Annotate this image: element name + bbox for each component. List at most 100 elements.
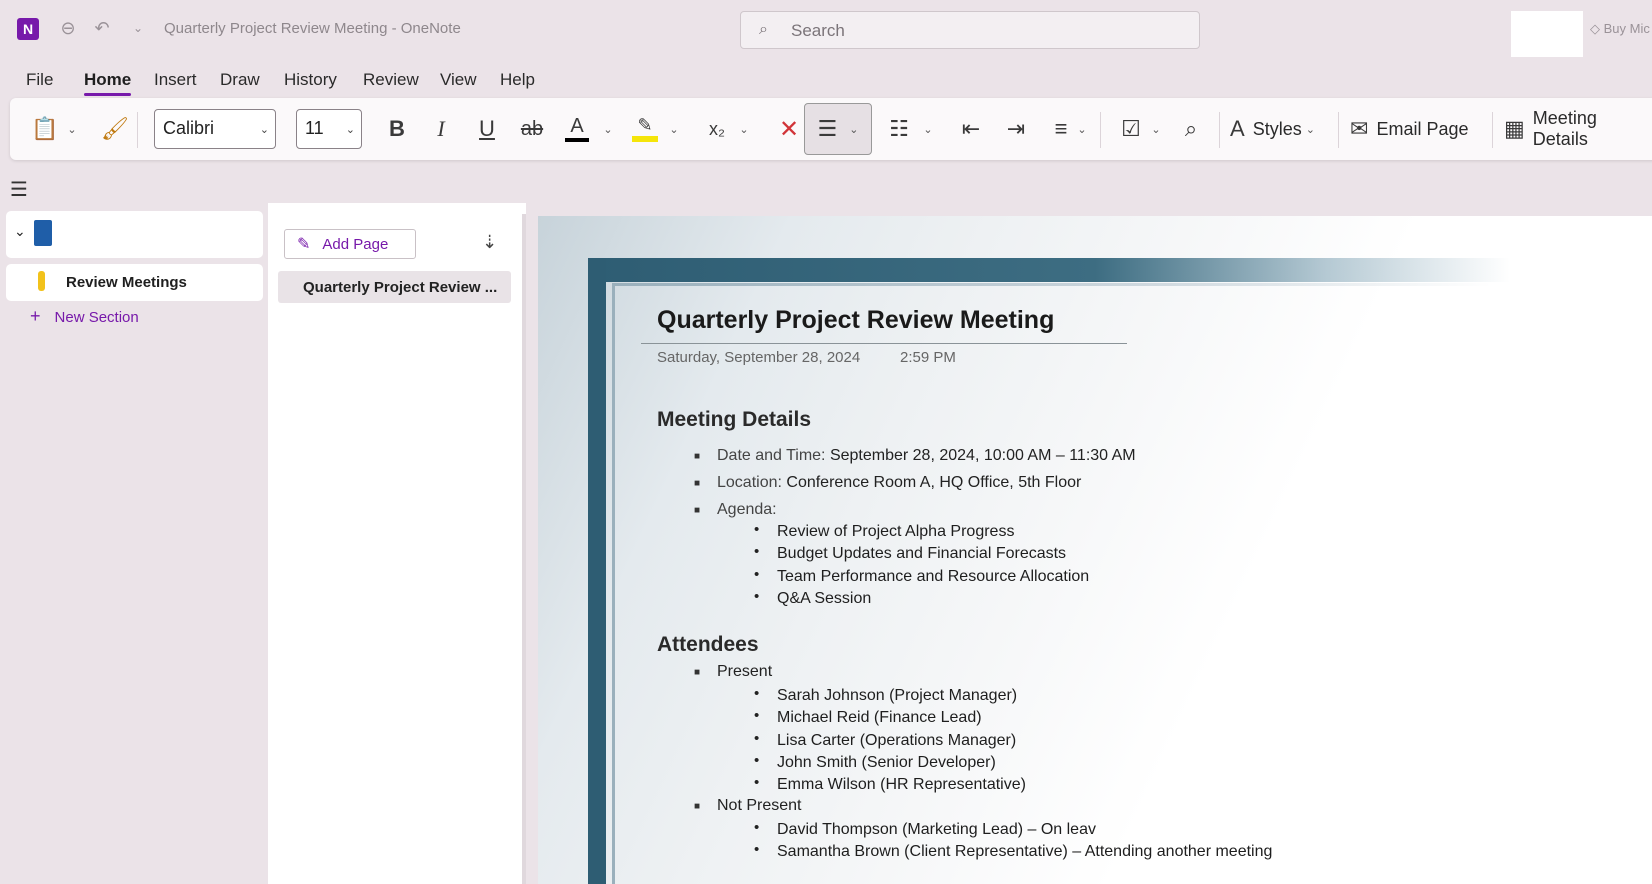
list-bullet: • bbox=[754, 685, 760, 702]
chevron-down-icon: ⌄ bbox=[345, 124, 355, 136]
underline-button[interactable]: U bbox=[470, 98, 504, 160]
tab-help[interactable]: Help bbox=[500, 70, 535, 90]
onenote-logo-icon: N bbox=[17, 18, 39, 40]
page-title[interactable]: Quarterly Project Review Meeting bbox=[657, 306, 1054, 335]
paste-icon[interactable]: 📋 bbox=[28, 98, 62, 160]
page-template-inner-rule-left bbox=[612, 283, 615, 884]
align-icon[interactable]: ≡ bbox=[1044, 98, 1078, 160]
increase-indent-icon[interactable]: ⇥ bbox=[999, 98, 1033, 160]
list-item[interactable]: Location: Conference Room A, HQ Office, … bbox=[717, 474, 1081, 492]
list-item[interactable]: Agenda: bbox=[717, 501, 777, 519]
list-item[interactable]: Samantha Brown (Client Representative) –… bbox=[777, 843, 1272, 861]
font-color-letter: A bbox=[570, 115, 584, 137]
quick-access-dropdown-icon[interactable]: ⌄ bbox=[124, 14, 152, 42]
decrease-indent-icon[interactable]: ⇤ bbox=[954, 98, 988, 160]
window-title: Quarterly Project Review Meeting - OneNo… bbox=[164, 20, 461, 37]
list-bullet: ■ bbox=[694, 478, 701, 489]
font-size-select[interactable]: 11 ⌄ bbox=[296, 109, 362, 149]
email-page-button[interactable]: ✉ Email Page bbox=[1350, 98, 1484, 160]
tab-review[interactable]: Review bbox=[363, 70, 419, 90]
meeting-details-heading[interactable]: Meeting Details bbox=[657, 408, 811, 432]
styles-button[interactable]: A Styles ⌄ bbox=[1230, 98, 1332, 160]
bullet-list-icon: ☰ bbox=[817, 116, 838, 141]
subscript-dropdown-icon[interactable]: ⌄ bbox=[736, 98, 752, 160]
list-bullet: • bbox=[754, 543, 760, 560]
list-bullet: • bbox=[754, 841, 760, 858]
diamond-icon: ◇ bbox=[1590, 21, 1604, 36]
list-item[interactable]: Present bbox=[717, 663, 772, 681]
tab-home[interactable]: Home bbox=[84, 70, 132, 96]
search-input[interactable]: ⌕ Search bbox=[740, 11, 1200, 49]
tab-draw[interactable]: Draw bbox=[220, 70, 260, 90]
highlight-color-swatch bbox=[632, 136, 658, 142]
list-item[interactable]: John Smith (Senior Developer) bbox=[777, 754, 996, 772]
bullets-button[interactable]: ☰ ⌄ bbox=[804, 103, 872, 155]
page-date: Saturday, September 28, 2024 bbox=[657, 349, 861, 366]
tag-dropdown-icon[interactable]: ⌄ bbox=[1148, 98, 1164, 160]
notebook-selector[interactable]: ⌄ bbox=[6, 211, 263, 258]
add-page-button[interactable]: ✎ Add Page bbox=[284, 229, 416, 259]
list-item[interactable]: Review of Project Alpha Progress bbox=[777, 523, 1014, 541]
attendees-heading[interactable]: Attendees bbox=[657, 633, 759, 657]
list-bullet: ■ bbox=[694, 451, 701, 462]
find-tags-icon[interactable]: ⌕ bbox=[1174, 98, 1208, 160]
undo-icon[interactable]: ↶ bbox=[88, 14, 116, 42]
font-size-value: 11 bbox=[305, 118, 324, 138]
list-item[interactable]: Q&A Session bbox=[777, 590, 871, 608]
page-list-item[interactable]: Quarterly Project Review ... bbox=[278, 271, 511, 303]
meeting-details-button[interactable]: ▦ Meeting Details bbox=[1504, 98, 1652, 160]
highlight-button[interactable]: ✎ bbox=[628, 98, 662, 160]
list-item[interactable]: Not Present bbox=[717, 797, 801, 815]
email-page-label: Email Page bbox=[1376, 118, 1469, 139]
font-color-swatch bbox=[565, 138, 589, 142]
subscript-button[interactable]: x₂ bbox=[700, 98, 734, 160]
ribbon-separator bbox=[1100, 112, 1101, 148]
list-bullet: • bbox=[754, 566, 760, 583]
italic-button[interactable]: I bbox=[424, 98, 458, 160]
clear-formatting-icon[interactable]: ✕ bbox=[772, 98, 806, 160]
list-item[interactable]: Budget Updates and Financial Forecasts bbox=[777, 545, 1066, 563]
numbered-list-dropdown-icon[interactable]: ⌄ bbox=[920, 98, 936, 160]
list-bullet: • bbox=[754, 707, 760, 724]
align-dropdown-icon[interactable]: ⌄ bbox=[1074, 98, 1090, 160]
paste-dropdown-icon[interactable]: ⌄ bbox=[64, 98, 80, 160]
font-color-dropdown-icon[interactable]: ⌄ bbox=[600, 98, 616, 160]
highlight-dropdown-icon[interactable]: ⌄ bbox=[666, 98, 682, 160]
back-icon[interactable]: ⊖ bbox=[54, 14, 82, 42]
list-item[interactable]: Lisa Carter (Operations Manager) bbox=[777, 732, 1016, 750]
font-family-value: Calibri bbox=[163, 118, 215, 138]
tab-insert[interactable]: Insert bbox=[154, 70, 197, 90]
styles-label: Styles bbox=[1252, 118, 1302, 139]
strikethrough-button[interactable]: ab bbox=[515, 98, 549, 160]
tab-file[interactable]: File bbox=[26, 70, 53, 90]
numbered-list-icon[interactable]: ☷ bbox=[882, 98, 916, 160]
list-item[interactable]: Team Performance and Resource Allocation bbox=[777, 568, 1089, 586]
list-item[interactable]: Date and Time: September 28, 2024, 10:00… bbox=[717, 447, 1136, 465]
ribbon-separator bbox=[137, 112, 138, 148]
new-section-label: New Section bbox=[54, 309, 139, 326]
list-item[interactable]: Emma Wilson (HR Representative) bbox=[777, 776, 1026, 794]
buy-microsoft-365-link[interactable]: ◇ Buy Mic bbox=[1590, 21, 1650, 37]
notebook-icon bbox=[34, 220, 52, 246]
tab-view[interactable]: View bbox=[440, 70, 477, 90]
tag-icon[interactable]: ☑ bbox=[1114, 98, 1148, 160]
format-painter-icon[interactable]: 🖌 bbox=[98, 98, 132, 160]
navigation-toggle-icon[interactable]: ☰ bbox=[10, 177, 28, 202]
add-page-label: Add Page bbox=[322, 235, 389, 253]
account-area[interactable] bbox=[1511, 11, 1583, 57]
calendar-icon: ▦ bbox=[1504, 116, 1525, 141]
new-section-button[interactable]: + New Section bbox=[30, 306, 139, 327]
add-page-icon: ✎ bbox=[297, 236, 311, 253]
list-bullet: • bbox=[754, 730, 760, 747]
pane-divider[interactable] bbox=[522, 214, 526, 884]
title-underline bbox=[641, 343, 1127, 344]
section-label: Review Meetings bbox=[66, 274, 187, 291]
tab-history[interactable]: History bbox=[284, 70, 337, 90]
font-color-button[interactable]: A bbox=[560, 98, 594, 160]
list-item[interactable]: Michael Reid (Finance Lead) bbox=[777, 709, 982, 727]
list-item[interactable]: David Thompson (Marketing Lead) – On lea… bbox=[777, 821, 1096, 839]
font-family-select[interactable]: Calibri ⌄ bbox=[154, 109, 276, 149]
sort-pages-icon[interactable]: ⇣ bbox=[482, 232, 497, 253]
list-item[interactable]: Sarah Johnson (Project Manager) bbox=[777, 687, 1017, 705]
bold-button[interactable]: B bbox=[380, 98, 414, 160]
